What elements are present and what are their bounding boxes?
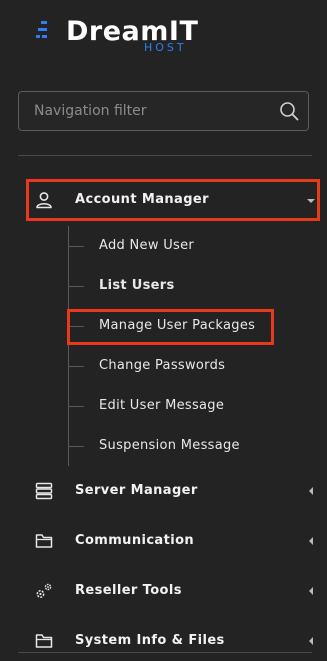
caret-left-icon: [309, 537, 313, 545]
nav-item-label: List Users: [99, 278, 175, 293]
server-icon: [35, 482, 53, 500]
gears-icon: [36, 583, 52, 598]
nav-section-label: Communication: [75, 533, 195, 548]
nav-item-change-passwords[interactable]: Change Passwords: [68, 346, 308, 386]
caret-left-icon: [309, 637, 313, 645]
nav-item-suspension-message[interactable]: Suspension Message: [68, 426, 308, 466]
nav-section-system-info-files[interactable]: System Info & Files: [0, 621, 327, 661]
nav-item-list-users[interactable]: List Users: [68, 266, 308, 306]
nav-section-label: Server Manager: [75, 483, 198, 498]
folder-icon: [35, 634, 53, 648]
nav-item-add-new-user[interactable]: Add New User: [68, 226, 308, 266]
nav-section-communication[interactable]: Communication: [0, 521, 327, 561]
navigation-filter: [18, 91, 309, 131]
caret-left-icon: [309, 587, 313, 595]
search-icon[interactable]: [279, 101, 299, 121]
folder-icon: [35, 534, 53, 548]
highlight-box-manage-user-packages: [67, 309, 274, 345]
nav-section-label: Reseller Tools: [75, 583, 182, 598]
nav-item-label: Add New User: [99, 238, 195, 253]
nav-section-label: System Info & Files: [75, 633, 225, 648]
caret-left-icon: [309, 487, 313, 495]
nav-item-edit-user-message[interactable]: Edit User Message: [68, 386, 308, 426]
nav-item-label: Edit User Message: [99, 398, 225, 413]
highlight-box-account-manager: [26, 179, 320, 221]
divider: [18, 155, 312, 156]
logo-mark-icon: [36, 21, 47, 38]
nav-section-reseller-tools[interactable]: Reseller Tools: [0, 571, 327, 611]
nav-section-server-manager[interactable]: Server Manager: [0, 471, 327, 511]
logo-subtext: HOST: [144, 41, 187, 54]
logo[interactable]: DreamIT HOST: [36, 14, 198, 54]
nav-item-label: Change Passwords: [99, 358, 226, 373]
navigation-filter-input[interactable]: [19, 92, 269, 130]
nav-item-label: Suspension Message: [99, 438, 240, 453]
